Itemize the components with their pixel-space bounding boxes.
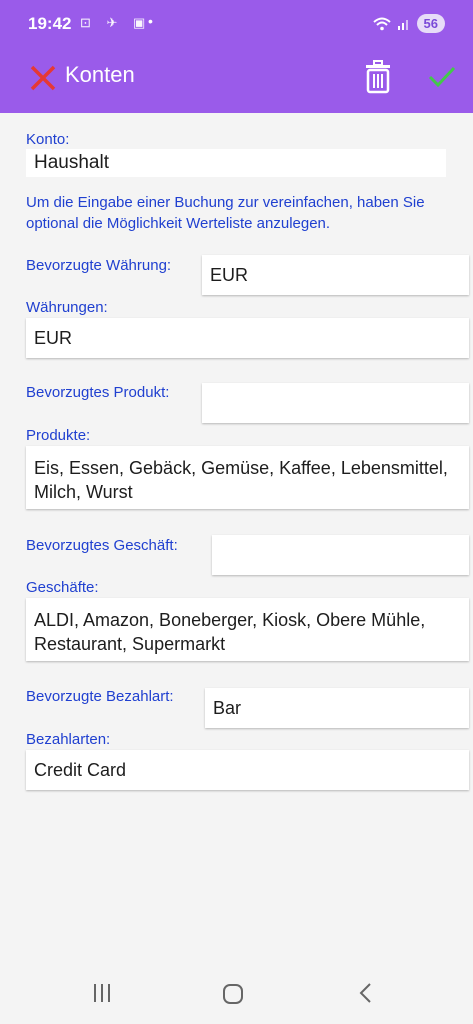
preferred-currency-value: EUR [210, 264, 249, 285]
preferred-currency-input[interactable]: EUR [202, 255, 469, 295]
app-bar: Konten [0, 48, 473, 113]
konto-input[interactable]: Haushalt [26, 149, 446, 177]
konto-label: Konto: [26, 131, 70, 148]
delete-icon[interactable] [363, 60, 393, 94]
currencies-value: EUR [34, 327, 73, 348]
currencies-input[interactable]: EUR [26, 318, 469, 358]
home-icon[interactable] [222, 983, 244, 1005]
shops-label: Geschäfte: [26, 579, 99, 596]
battery-indicator: 56 [416, 14, 445, 33]
products-value: Eis, Essen, Gebäck, Gemüse, Kaffee, Lebe… [34, 458, 448, 502]
payment-methods-label: Bezahlarten: [26, 731, 111, 748]
preferred-payment-label: Bevorzugte Bezahlart: [26, 688, 174, 705]
status-right: 56 [372, 14, 445, 33]
close-icon[interactable] [28, 63, 58, 93]
signal-icon [397, 19, 408, 30]
preferred-payment-input[interactable]: Bar [205, 688, 469, 728]
konto-value: Haushalt [34, 152, 109, 173]
products-input[interactable]: Eis, Essen, Gebäck, Gemüse, Kaffee, Lebe… [26, 446, 469, 509]
preferred-product-label: Bevorzugtes Produkt: [26, 384, 170, 401]
payment-methods-input[interactable]: Credit Card [26, 750, 469, 790]
preferred-payment-value: Bar [213, 697, 242, 718]
preferred-shop-label: Bevorzugtes Geschäft: [26, 537, 178, 554]
preferred-product-input[interactable] [202, 383, 469, 423]
preferred-currency-label: Bevorzugte Währung: [26, 257, 172, 274]
page-title: Konten [65, 62, 135, 87]
back-icon[interactable] [357, 982, 373, 1004]
shops-value: ALDI, Amazon, Boneberger, Kiosk, Obere M… [34, 610, 426, 654]
wifi-icon [372, 17, 391, 30]
shops-input[interactable]: ALDI, Amazon, Boneberger, Kiosk, Obere M… [26, 598, 469, 661]
save-check-icon[interactable] [426, 62, 458, 92]
products-label: Produkte: [26, 427, 91, 444]
notification-dot-icon: • [148, 13, 153, 29]
preferred-shop-input[interactable] [212, 535, 469, 575]
hint-text: Um die Eingabe einer Buchung zur vereinf… [26, 194, 425, 232]
currencies-label: Währungen: [26, 299, 108, 316]
notification-icons: ⊡ ✈ ▣ [80, 15, 152, 30]
payment-methods-value: Credit Card [34, 759, 127, 780]
recent-apps-icon[interactable] [92, 982, 112, 1004]
status-bar: 19:42 ⊡ ✈ ▣ • 56 [0, 0, 473, 48]
navigation-bar [0, 962, 473, 1024]
status-time: 19:42 [28, 14, 72, 33]
